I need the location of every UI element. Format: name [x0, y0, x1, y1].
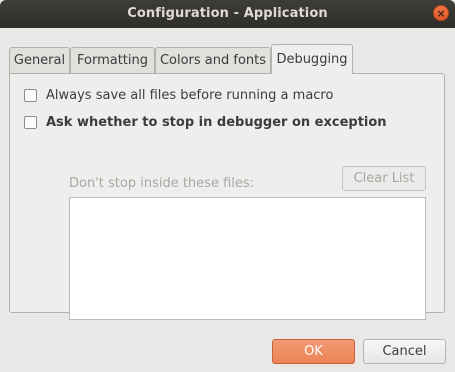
- tab-label: Colors and fonts: [159, 53, 267, 68]
- clear-list-button[interactable]: Clear List: [342, 166, 426, 191]
- ask-stop-label: Ask whether to stop in debugger on excep…: [46, 115, 387, 130]
- debugging-panel: Always save all files before running a m…: [9, 73, 445, 320]
- excluded-files-list[interactable]: [69, 197, 426, 320]
- always-save-checkbox[interactable]: [24, 89, 37, 102]
- tab-colors-and-fonts[interactable]: Colors and fonts: [155, 47, 271, 73]
- dont-stop-files-label: Don't stop inside these files:: [69, 176, 255, 191]
- close-icon[interactable]: ×: [433, 5, 449, 21]
- window-titlebar[interactable]: Configuration - Application ×: [0, 0, 455, 28]
- tab-label: Formatting: [76, 53, 148, 68]
- dialog-content: General Formatting Colors and fonts Debu…: [0, 28, 455, 372]
- ok-button[interactable]: OK: [272, 339, 355, 364]
- cancel-button[interactable]: Cancel: [363, 339, 446, 364]
- tab-formatting[interactable]: Formatting: [70, 47, 155, 73]
- tab-general[interactable]: General: [9, 47, 70, 73]
- window-title: Configuration - Application: [127, 6, 328, 21]
- ask-stop-option[interactable]: Ask whether to stop in debugger on excep…: [24, 114, 424, 132]
- tab-label: Debugging: [276, 52, 348, 67]
- tab-label: General: [13, 53, 66, 68]
- always-save-label: Always save all files before running a m…: [46, 88, 334, 103]
- ask-stop-checkbox[interactable]: [24, 116, 37, 129]
- always-save-option[interactable]: Always save all files before running a m…: [24, 87, 424, 105]
- tab-debugging[interactable]: Debugging: [271, 44, 353, 74]
